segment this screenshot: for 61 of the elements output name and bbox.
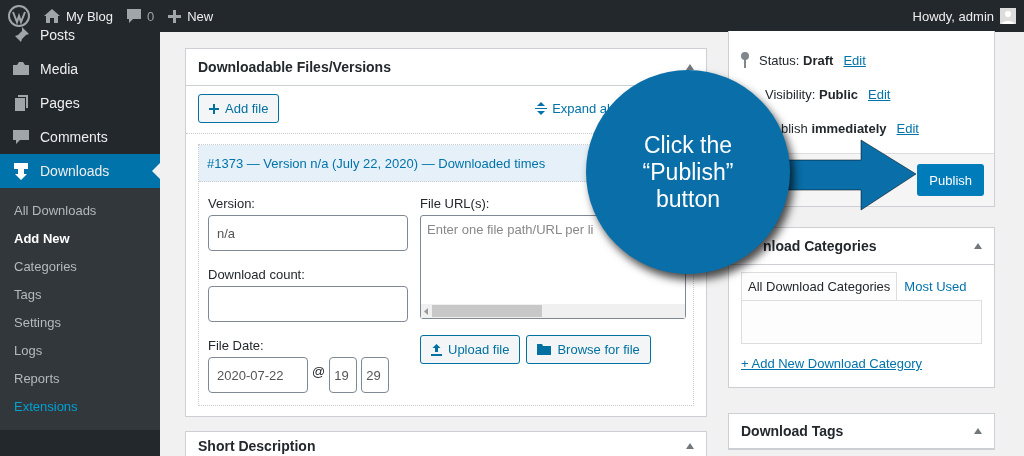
expand-icon <box>535 102 548 115</box>
media-icon <box>12 60 30 78</box>
add-file-button[interactable]: Add file <box>198 94 280 123</box>
menu-item[interactable]: Media <box>0 52 160 86</box>
status-text: Status: Draft <box>759 52 834 68</box>
category-tab[interactable]: All Download Categories <box>741 272 898 300</box>
submenu-item[interactable]: Settings <box>0 308 160 336</box>
collapse-icon[interactable] <box>974 428 982 434</box>
panel-title: Downloadable Files/Versions <box>198 59 391 75</box>
home-icon <box>44 9 60 23</box>
minute-field[interactable]: 29 <box>361 357 390 393</box>
category-tab[interactable]: Most Used <box>897 272 974 300</box>
version-field[interactable]: n/a <box>208 215 408 251</box>
new-link[interactable]: New <box>168 8 214 24</box>
scrollbar-thumb[interactable] <box>432 305 542 317</box>
panel-title: Short Description <box>198 438 316 454</box>
edit-link[interactable]: Edit <box>896 120 919 136</box>
menu-item[interactable]: Comments <box>0 120 160 154</box>
wordpress-logo-icon[interactable] <box>8 5 30 27</box>
panel-title: nload Categories <box>762 238 877 254</box>
submenu-item[interactable]: Extensions <box>0 392 160 420</box>
browse-file-button[interactable]: Browse for file <box>526 335 651 364</box>
field-label: File Date: <box>208 338 265 353</box>
edit-link[interactable]: Edit <box>868 86 891 102</box>
field-label: Download count: <box>208 267 306 282</box>
download-icon <box>12 162 30 180</box>
at-sign: @ <box>312 363 326 379</box>
avatar-icon <box>1000 8 1016 24</box>
add-category-link[interactable]: + Add New Download Category <box>741 356 923 371</box>
download-count-field[interactable] <box>208 286 408 322</box>
submenu-item[interactable]: All Downloads <box>0 196 160 224</box>
submenu-item[interactable]: Logs <box>0 336 160 364</box>
submenu-item[interactable]: Tags <box>0 280 160 308</box>
panel-title: Download Tags <box>741 423 844 439</box>
folder-icon <box>537 344 552 355</box>
account-link[interactable]: Howdy, admin <box>912 8 1016 24</box>
edit-link[interactable]: Edit <box>843 52 866 68</box>
callout-text: button <box>656 185 720 213</box>
submenu-item[interactable]: Reports <box>0 364 160 392</box>
field-label: Version: <box>208 196 256 211</box>
speech-bubble-icon <box>12 128 30 146</box>
menu-item[interactable]: Downloads <box>0 154 160 188</box>
plus-icon <box>209 103 219 114</box>
plus-icon <box>168 9 182 23</box>
menu-item[interactable]: Pages <box>0 86 160 120</box>
upload-icon <box>431 343 442 356</box>
submenu-item[interactable]: Categories <box>0 252 160 280</box>
hour-field[interactable]: 19 <box>329 357 358 393</box>
visibility-text: Visibility: Public <box>765 86 858 102</box>
collapse-icon[interactable] <box>686 443 694 449</box>
submenu-item[interactable]: Add New <box>0 224 160 252</box>
collapse-icon[interactable] <box>974 243 982 249</box>
upload-file-button[interactable]: Upload file <box>420 335 521 364</box>
pages-icon <box>12 94 30 112</box>
comments-link[interactable]: 0 <box>126 8 155 24</box>
schedule-text: blish immediately <box>781 120 887 136</box>
date-field[interactable]: 2020-07-22 <box>208 357 308 393</box>
site-link[interactable]: My Blog <box>44 8 113 24</box>
scroll-left-icon[interactable] <box>424 307 428 315</box>
publish-button[interactable]: Publish <box>917 164 984 196</box>
speech-bubble-icon <box>126 8 141 24</box>
